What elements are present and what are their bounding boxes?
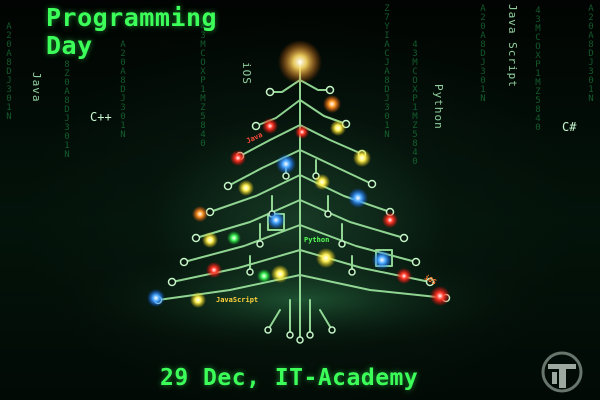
tree-light [430, 286, 450, 306]
poster-title-line2: Day [46, 31, 93, 60]
it-academy-logo-icon [541, 351, 583, 393]
tree-light [382, 212, 398, 228]
tree-light [323, 95, 341, 113]
tree-light [396, 268, 412, 284]
tree-light [271, 265, 289, 283]
tree-light [192, 206, 208, 222]
poster-background: A20A8DJ301N 8Z0A8DJ301N 43MCOXP1MZ5840 A… [0, 0, 600, 400]
tree-light [257, 269, 271, 283]
tree-light [372, 250, 392, 270]
tree-light [267, 211, 285, 229]
tree-light [316, 248, 336, 268]
tree-light [206, 262, 222, 278]
tree-light [227, 231, 241, 245]
poster-title-line1: Programming [46, 3, 218, 32]
tree-light [295, 125, 309, 139]
tree-light [353, 149, 371, 167]
tree-light [262, 118, 278, 134]
tree-light [190, 292, 206, 308]
tree-light [330, 120, 346, 136]
tree-light [276, 154, 296, 174]
tree-light [238, 180, 254, 196]
event-date-venue: 29 Dec, IT-Academy [160, 365, 419, 391]
tree-light [314, 174, 330, 190]
tree-light [230, 150, 246, 166]
tree-light [202, 232, 218, 248]
tree-tag-javascript: JavaScript [216, 296, 259, 304]
tree-light [348, 188, 368, 208]
circuit-tree-illustration [40, 40, 560, 360]
tree-light [147, 289, 165, 307]
tree-top-star-light [278, 40, 322, 84]
tree-tag-python: Python [304, 236, 330, 244]
